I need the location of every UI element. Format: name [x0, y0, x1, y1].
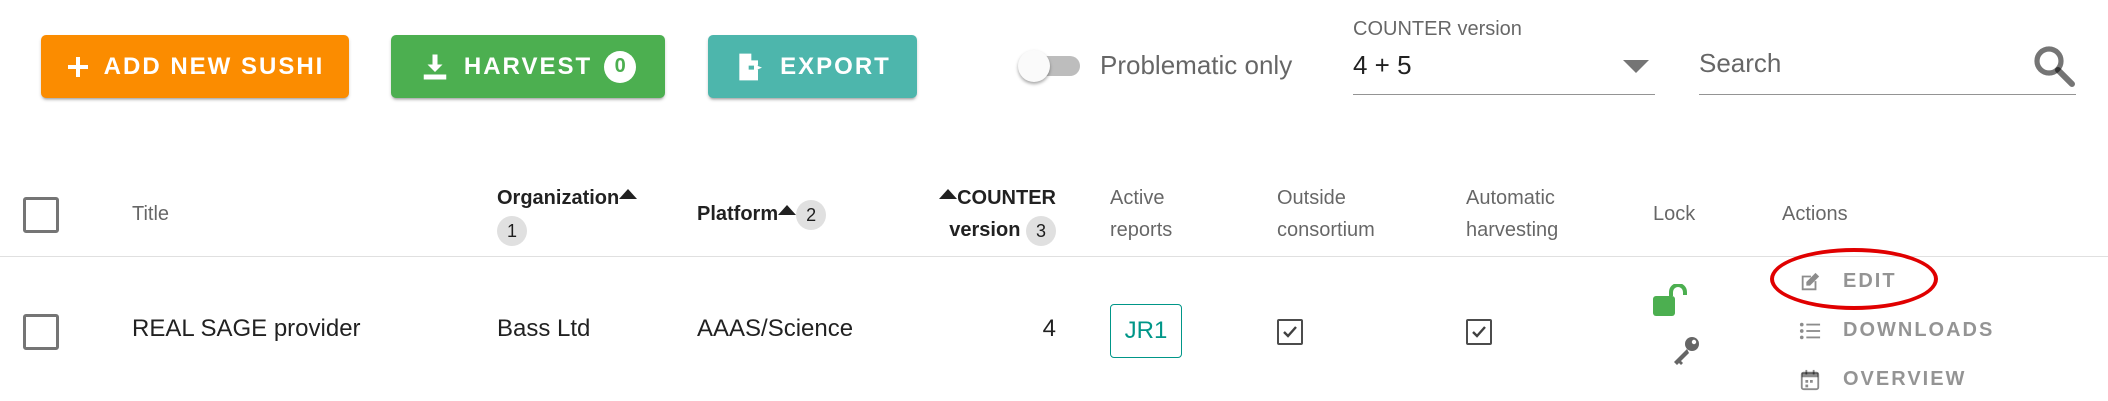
- edit-highlight-ellipse: [1770, 248, 1938, 310]
- outside-header-line1: Outside: [1277, 187, 1346, 209]
- select-all-checkbox[interactable]: [23, 197, 59, 233]
- counter-header-line1: COUNTER: [957, 187, 1056, 209]
- calendar-icon: [1799, 369, 1821, 391]
- column-header-active-reports[interactable]: Active reports: [1110, 182, 1172, 246]
- harvest-count-badge: 0: [604, 50, 637, 83]
- row-counter-version: 4: [1042, 315, 1056, 342]
- key-icon[interactable]: [1670, 334, 1702, 371]
- file-export-icon: [734, 51, 766, 83]
- column-header-platform[interactable]: Platform 2: [697, 198, 827, 230]
- sort-order-badge: 1: [497, 215, 527, 246]
- checkmark-icon: [1283, 326, 1297, 338]
- export-button[interactable]: EXPORT: [708, 35, 917, 98]
- automatic-harvesting-checkbox: [1466, 319, 1492, 345]
- outside-consortium-checkbox: [1277, 319, 1303, 345]
- column-header-organization[interactable]: Organization 1: [497, 182, 638, 246]
- downloads-label: DOWNLOADS: [1843, 319, 1995, 341]
- problematic-only-label: Problematic only: [1100, 50, 1293, 80]
- automatic-header-line2: harvesting: [1466, 219, 1559, 241]
- sort-ascending-icon: [939, 189, 958, 199]
- download-icon: [420, 52, 450, 82]
- column-header-title[interactable]: Title: [132, 198, 169, 230]
- checkmark-icon: [1472, 326, 1486, 338]
- active-header-line2: reports: [1110, 219, 1173, 241]
- organization-header-label: Organization: [497, 187, 620, 209]
- plus-icon: [66, 55, 90, 79]
- column-header-lock[interactable]: Lock: [1653, 198, 1695, 230]
- harvest-button[interactable]: HARVEST 0: [391, 35, 665, 98]
- harvest-label: HARVEST: [463, 52, 593, 80]
- overview-action[interactable]: OVERVIEW: [1799, 368, 1966, 391]
- active-report-chip[interactable]: JR1: [1110, 304, 1182, 358]
- column-header-outside-consortium[interactable]: Outside consortium: [1277, 182, 1375, 246]
- export-label: EXPORT: [780, 52, 891, 80]
- select-underline: [1353, 94, 1655, 95]
- row-title: REAL SAGE provider: [132, 315, 361, 342]
- column-header-actions: Actions: [1782, 203, 1848, 225]
- search-input[interactable]: [1699, 48, 2009, 79]
- add-new-sushi-button[interactable]: ADD NEW SUSHI: [41, 35, 349, 98]
- outside-header-line2: consortium: [1277, 219, 1375, 241]
- sort-order-badge: 2: [796, 199, 827, 230]
- dropdown-arrow-icon[interactable]: [1623, 60, 1649, 73]
- counter-version-label: COUNTER version: [1353, 18, 1522, 40]
- sort-order-badge: 3: [1026, 215, 1056, 246]
- add-new-sushi-label: ADD NEW SUSHI: [103, 52, 325, 80]
- automatic-header-line1: Automatic: [1466, 187, 1555, 209]
- overview-label: OVERVIEW: [1843, 368, 1967, 390]
- toggle-thumb: [1018, 50, 1050, 82]
- search-underline: [1699, 94, 2076, 95]
- row-organization: Bass Ltd: [497, 315, 591, 342]
- column-header-counter-version[interactable]: COUNTER version 3: [938, 182, 1056, 246]
- row-select-checkbox[interactable]: [23, 314, 59, 350]
- row-platform: AAAS/Science: [697, 315, 854, 342]
- counter-header-line2: version: [949, 219, 1021, 241]
- downloads-action[interactable]: DOWNLOADS: [1799, 319, 1994, 342]
- active-header-line1: Active: [1110, 187, 1165, 209]
- counter-version-value[interactable]: 4 + 5: [1353, 50, 1412, 81]
- column-header-automatic-harvesting[interactable]: Automatic harvesting: [1466, 182, 1558, 246]
- list-icon: [1799, 320, 1821, 342]
- sort-ascending-icon: [619, 189, 638, 199]
- platform-header-label: Platform: [697, 203, 779, 225]
- problematic-only-toggle[interactable]: [1018, 50, 1088, 82]
- lock-open-icon[interactable]: [1651, 283, 1691, 323]
- search-icon[interactable]: [2030, 42, 2078, 95]
- sort-ascending-icon: [778, 205, 797, 215]
